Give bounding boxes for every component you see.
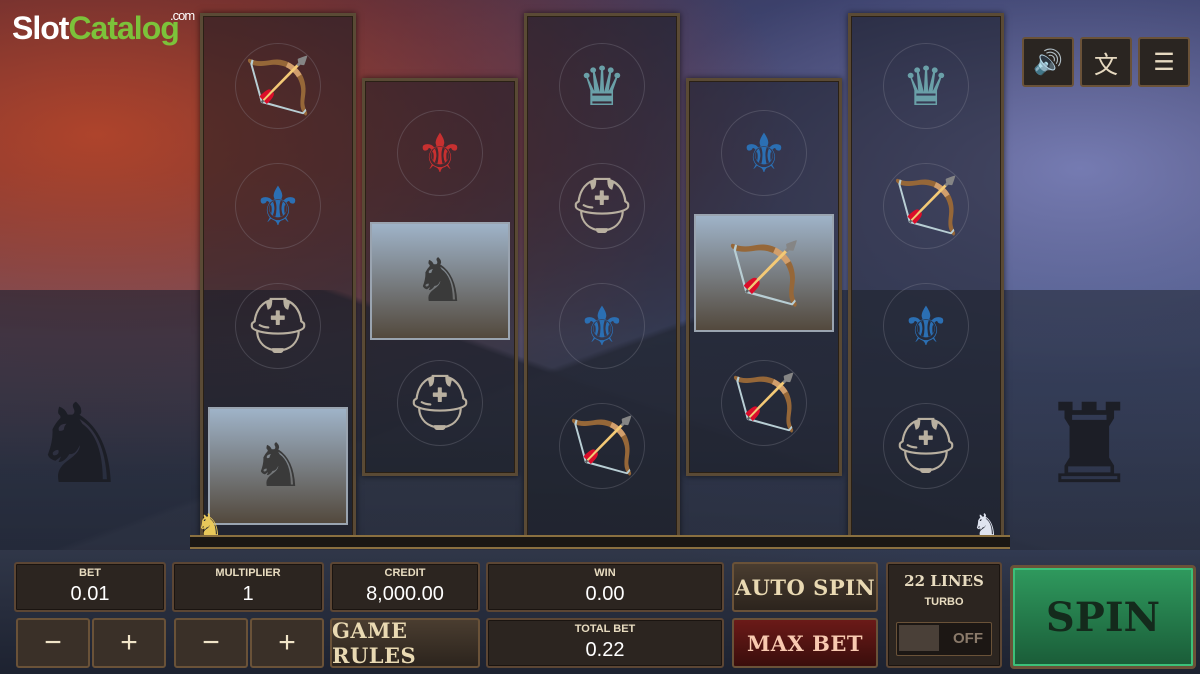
crossbow-icon: 🏹 [721, 360, 807, 446]
turbo-state: OFF [953, 630, 983, 647]
multiplier-panel: MULTIPLIER 1 [172, 562, 324, 612]
reel-5: ♛ 🏹 ⚜ ⛑ [848, 13, 1004, 539]
auto-spin-button[interactable]: AUTO SPIN [732, 562, 878, 612]
reel-cell: 🏹 [689, 343, 839, 463]
sound-button[interactable]: 🔊 [1022, 37, 1074, 87]
knight-card-icon: ♞ [208, 407, 348, 525]
multiplier-value: 1 [242, 583, 254, 605]
reel-cell: ♞ [203, 406, 353, 526]
bet-value: 0.01 [70, 583, 110, 605]
left-knight-statue: ♞ [30, 383, 129, 506]
menu-icon: ☰ [1153, 48, 1175, 76]
silver-horse-rider-icon: ♞ [972, 509, 999, 542]
reel-cell: ♞ [365, 221, 515, 341]
reel-cell: ♛ [527, 26, 677, 146]
reel-cell: ⛑ [203, 266, 353, 386]
logo-domain: .com [170, 8, 195, 23]
logo-word-slot: Slot [12, 10, 69, 46]
credit-panel: CREDIT 8,000.00 [330, 562, 480, 612]
reel-cell: ⚜ [851, 266, 1001, 386]
reel-cell: ⚜ [689, 93, 839, 213]
logo-word-catalog: Catalog [68, 10, 179, 46]
spin-button[interactable]: SPIN [1010, 565, 1196, 669]
total-bet-label: TOTAL BET [574, 623, 636, 635]
sound-icon: 🔊 [1033, 48, 1063, 76]
crown-icon: ♛ [559, 43, 645, 129]
fleur-de-lis-shield-icon: ⚜ [397, 110, 483, 196]
plus-icon: + [278, 626, 296, 659]
win-value: 0.00 [585, 583, 625, 605]
turbo-toggle-knob [899, 625, 939, 651]
reel-cell: ⛑ [365, 343, 515, 463]
reel-4: ⚜ 🏹 🏹 [686, 78, 842, 476]
slotcatalog-logo: SlotCatalog .com [12, 8, 195, 47]
win-panel: WIN 0.00 [486, 562, 724, 612]
turbo-toggle[interactable]: OFF [896, 622, 992, 656]
plus-icon: + [120, 626, 138, 659]
reel-cell: ⚜ [365, 93, 515, 213]
reel-cell: 🏹 [851, 146, 1001, 266]
knight-card-icon: ♞ [370, 222, 510, 340]
blue-flag-icon: ⚜ [721, 110, 807, 196]
crossbow-icon: 🏹 [559, 403, 645, 489]
gold-horse-rider-icon: ♞ [196, 509, 223, 542]
turbo-label: TURBO [924, 596, 964, 608]
helmet-icon: ⛑ [235, 283, 321, 369]
language-button[interactable]: 文 [1080, 37, 1132, 87]
blue-flag-icon: ⚜ [883, 283, 969, 369]
credit-value: 8,000.00 [366, 583, 444, 605]
bet-panel: BET 0.01 [14, 562, 166, 612]
multiplier-label: MULTIPLIER [215, 567, 281, 579]
reel-cell: ⛑ [851, 386, 1001, 506]
menu-button[interactable]: ☰ [1138, 37, 1190, 87]
lines-turbo-panel: 22 LINES TURBO OFF [886, 562, 1002, 668]
max-bet-button[interactable]: MAX BET [732, 618, 878, 668]
reel-cell: ♛ [851, 26, 1001, 146]
credit-label: CREDIT [384, 567, 426, 579]
reel-cell: 🏹 [527, 386, 677, 506]
reel-1: 🏹 ⚜ ⛑ ♞ [200, 13, 356, 539]
bet-label: BET [79, 567, 101, 579]
bet-increase-button[interactable]: + [92, 618, 166, 668]
right-knight-statue: ♜ [1040, 383, 1139, 506]
total-bet-panel: TOTAL BET 0.22 [486, 618, 724, 668]
blue-flag-icon: ⚜ [559, 283, 645, 369]
helmet-icon: ⛑ [883, 403, 969, 489]
blue-flag-icon: ⚜ [235, 163, 321, 249]
reel-2: ⚜ ♞ ⛑ [362, 78, 518, 476]
helmet-icon: ⛑ [397, 360, 483, 446]
crown-icon: ♛ [883, 43, 969, 129]
game-rules-button[interactable]: GAME RULES [330, 618, 480, 668]
reel-cell: ⚜ [203, 146, 353, 266]
multiplier-decrease-button[interactable]: − [174, 618, 248, 668]
reel-cell: ⛑ [527, 146, 677, 266]
reel-divider-bar [190, 535, 1010, 549]
minus-icon: − [44, 626, 62, 659]
reel-3: ♛ ⛑ ⚜ 🏹 [524, 13, 680, 539]
multiplier-increase-button[interactable]: + [250, 618, 324, 668]
crossbow-icon: 🏹 [235, 43, 321, 129]
total-bet-value: 0.22 [585, 639, 625, 661]
bet-decrease-button[interactable]: − [16, 618, 90, 668]
reel-cell: ⚜ [527, 266, 677, 386]
archer-card-icon: 🏹 [694, 214, 834, 332]
reel-cell: 🏹 [203, 26, 353, 146]
helmet-icon: ⛑ [559, 163, 645, 249]
lines-label: 22 LINES [904, 572, 984, 590]
minus-icon: − [202, 626, 220, 659]
reel-cell: 🏹 [689, 213, 839, 333]
language-icon: 文 [1094, 51, 1118, 79]
crossbow-icon: 🏹 [883, 163, 969, 249]
win-label: WIN [594, 567, 616, 579]
